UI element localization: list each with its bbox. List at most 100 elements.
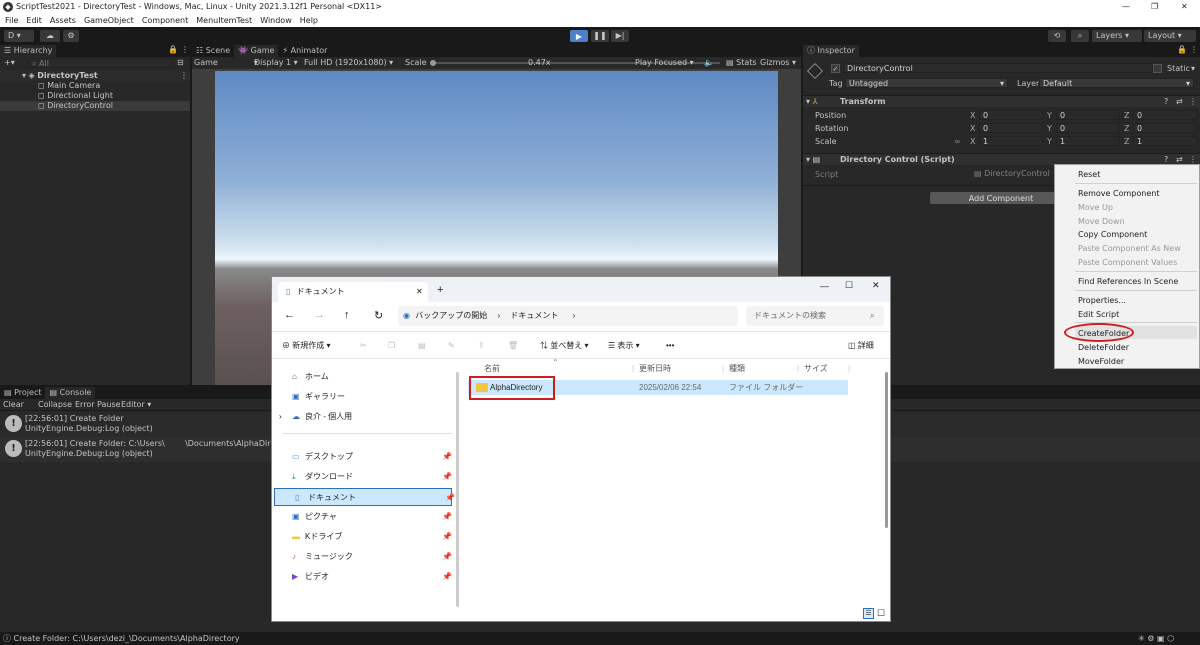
cut-icon[interactable]: ✂ (360, 333, 367, 359)
nav-item[interactable]: ▶ ビデオ 📌 (272, 568, 456, 586)
context-menu-item[interactable]: Properties... (1078, 296, 1126, 305)
display-dropdown[interactable]: Display 1 ▾ (254, 57, 298, 69)
play-button[interactable]: ▶ (570, 30, 588, 42)
play-focused-dropdown[interactable]: Play Focused ▾ (635, 57, 694, 69)
filter-icon[interactable]: ⊟ (177, 58, 184, 67)
tag-dropdown[interactable]: Untagged ▾ (845, 78, 1008, 88)
collab-icon[interactable]: ⚙ (63, 30, 79, 42)
tab-game[interactable]: 👾 Game (234, 45, 279, 57)
lock-icon[interactable]: 🔒 (168, 45, 178, 54)
active-checkbox[interactable]: ✓ (831, 64, 840, 73)
context-menu-item[interactable]: Paste Component Values (1078, 258, 1177, 267)
transform-z-field[interactable]: 0 (1133, 123, 1197, 133)
tab-console[interactable]: ▤ Console (45, 387, 96, 399)
display-mode-dropdown[interactable]: Game ▾ (194, 57, 258, 69)
list-item[interactable]: ◻ DirectoryControl (0, 101, 190, 111)
more-icon[interactable]: ⋮ (181, 45, 189, 54)
close-icon[interactable]: ✕ (872, 280, 880, 291)
editor-dropdown[interactable]: Editor ▾ (121, 399, 151, 411)
column-type[interactable]: 種類 (729, 360, 745, 378)
file-list-scrollbar[interactable] (885, 372, 888, 528)
context-menu-item[interactable]: MoveFolder (1078, 357, 1124, 366)
back-icon[interactable]: ← (284, 309, 295, 321)
list-item[interactable]: ◻ Directional Light (0, 91, 190, 101)
pin-icon[interactable]: 📌 (442, 448, 452, 466)
object-name-field[interactable]: DirectoryControl (843, 63, 1153, 73)
copy-icon[interactable]: ❐ (388, 333, 395, 359)
breadcrumb[interactable]: ◉ バックアップの開始 › ドキュメント › (398, 306, 738, 326)
up-icon[interactable]: ↑ (344, 309, 350, 321)
menu-item[interactable]: Window (260, 16, 292, 25)
menu-item[interactable]: MenuItemTest (196, 16, 252, 25)
context-menu-item[interactable]: Paste Component As New (1078, 244, 1181, 253)
menu-item[interactable]: GameObject (84, 16, 134, 25)
pin-icon[interactable]: 📌 (442, 528, 452, 546)
sort-button[interactable]: ⇅ 並べ替え ▾ (540, 333, 588, 359)
add-component-button[interactable]: Add Component (930, 192, 1072, 204)
list-item[interactable]: ◻ Main Camera (0, 81, 190, 91)
breadcrumb-item[interactable]: ドキュメント (510, 311, 558, 320)
nav-item[interactable]: ▬ Kドライブ 📌 (272, 528, 456, 546)
tab-animator[interactable]: ⚡ Animator (278, 45, 331, 57)
transform-x-field[interactable]: 0 (979, 123, 1043, 133)
context-menu-item[interactable]: DeleteFolder (1078, 343, 1129, 352)
help-icon[interactable]: ? (1164, 96, 1168, 108)
nav-item[interactable]: ⌂ ホーム (272, 368, 456, 386)
expand-chevron-icon[interactable]: › (279, 408, 282, 426)
menu-item[interactable]: Component (142, 16, 188, 25)
component-menu-icon[interactable]: ⋮ (1189, 96, 1197, 108)
tiles-view-icon[interactable]: ☐ (877, 608, 885, 619)
nav-item[interactable]: › ☁ 良介 - 個人用 (272, 408, 456, 426)
menu-item[interactable]: Help (300, 16, 318, 25)
pin-icon[interactable]: 📌 (445, 489, 455, 507)
inspector-lock-icon[interactable]: 🔒 (1177, 45, 1187, 54)
layer-dropdown[interactable]: Default ▾ (1039, 78, 1194, 88)
refresh-icon[interactable]: ↻ (374, 309, 383, 322)
tab-scene[interactable]: ☷ Scene (192, 45, 234, 57)
layout-dropdown[interactable]: Layout ▾ (1144, 30, 1196, 42)
transform-x-field[interactable]: 1 (979, 136, 1043, 146)
search-icon[interactable]: ⌕ (1071, 30, 1089, 42)
history-icon[interactable]: ⟲ (1048, 30, 1066, 42)
details-button[interactable]: ◫ 詳細 (848, 333, 874, 359)
hierarchy-search-input[interactable]: ⌕ All (28, 58, 173, 68)
menu-item[interactable]: Assets (50, 16, 76, 25)
delete-icon[interactable]: 🗑 (508, 333, 518, 359)
new-tab-button[interactable]: + (437, 284, 443, 296)
nav-item[interactable]: ⤓ ダウンロード 📌 (272, 468, 456, 486)
breadcrumb-item[interactable]: バックアップの開始 (415, 311, 487, 320)
column-size[interactable]: サイズ (804, 360, 828, 378)
explorer-search-input[interactable]: ドキュメントの検索 ⌕ (746, 306, 884, 326)
context-menu-item[interactable]: Reset (1078, 170, 1100, 179)
pin-icon[interactable]: 📌 (442, 568, 452, 586)
nav-item[interactable]: ▣ ピクチャ 📌 (272, 508, 456, 526)
transform-y-field[interactable]: 0 (1056, 110, 1120, 120)
transform-z-field[interactable]: 1 (1133, 136, 1197, 146)
clear-button[interactable]: Clear (3, 399, 24, 411)
transform-z-field[interactable]: 0 (1133, 110, 1197, 120)
nav-scrollbar[interactable] (456, 372, 459, 607)
menu-item[interactable]: File (5, 16, 18, 25)
transform-y-field[interactable]: 1 (1056, 136, 1120, 146)
scale-slider-handle[interactable] (430, 60, 436, 66)
transform-x-field[interactable]: 0 (979, 110, 1043, 120)
context-menu-item[interactable]: Find References In Scene (1078, 277, 1178, 286)
nav-item[interactable]: ♪ ミュージック 📌 (272, 548, 456, 566)
context-menu-item[interactable]: Move Up (1078, 203, 1113, 212)
more-options-button[interactable]: ••• (666, 333, 674, 359)
transform-header[interactable]: ▾ ⅄ Transform ? ⇄ ⋮ (803, 95, 1200, 107)
account-button[interactable]: D ▾ (4, 30, 34, 42)
mute-icon[interactable]: 🔈 (704, 57, 714, 69)
close-icon[interactable]: ✕ (1181, 0, 1188, 14)
view-button[interactable]: ☰ 表示 ▾ (608, 333, 640, 359)
tab-project[interactable]: ▤ Project (0, 387, 45, 399)
tab-inspector[interactable]: ⓘ Inspector (803, 45, 859, 57)
step-button[interactable]: ▶| (611, 30, 629, 42)
collapse-button[interactable]: Collapse (38, 399, 72, 411)
resolution-dropdown[interactable]: Full HD (1920x1080) ▾ (304, 57, 393, 69)
scene-row[interactable]: ▾ ◈ DirectoryTest ⋮ (0, 71, 190, 81)
maximize-icon[interactable]: ☐ (845, 280, 853, 291)
pin-icon[interactable]: 📌 (442, 508, 452, 526)
details-view-icon[interactable]: ☰ (863, 608, 874, 619)
nav-item[interactable]: ▣ ギャラリー (272, 388, 456, 406)
